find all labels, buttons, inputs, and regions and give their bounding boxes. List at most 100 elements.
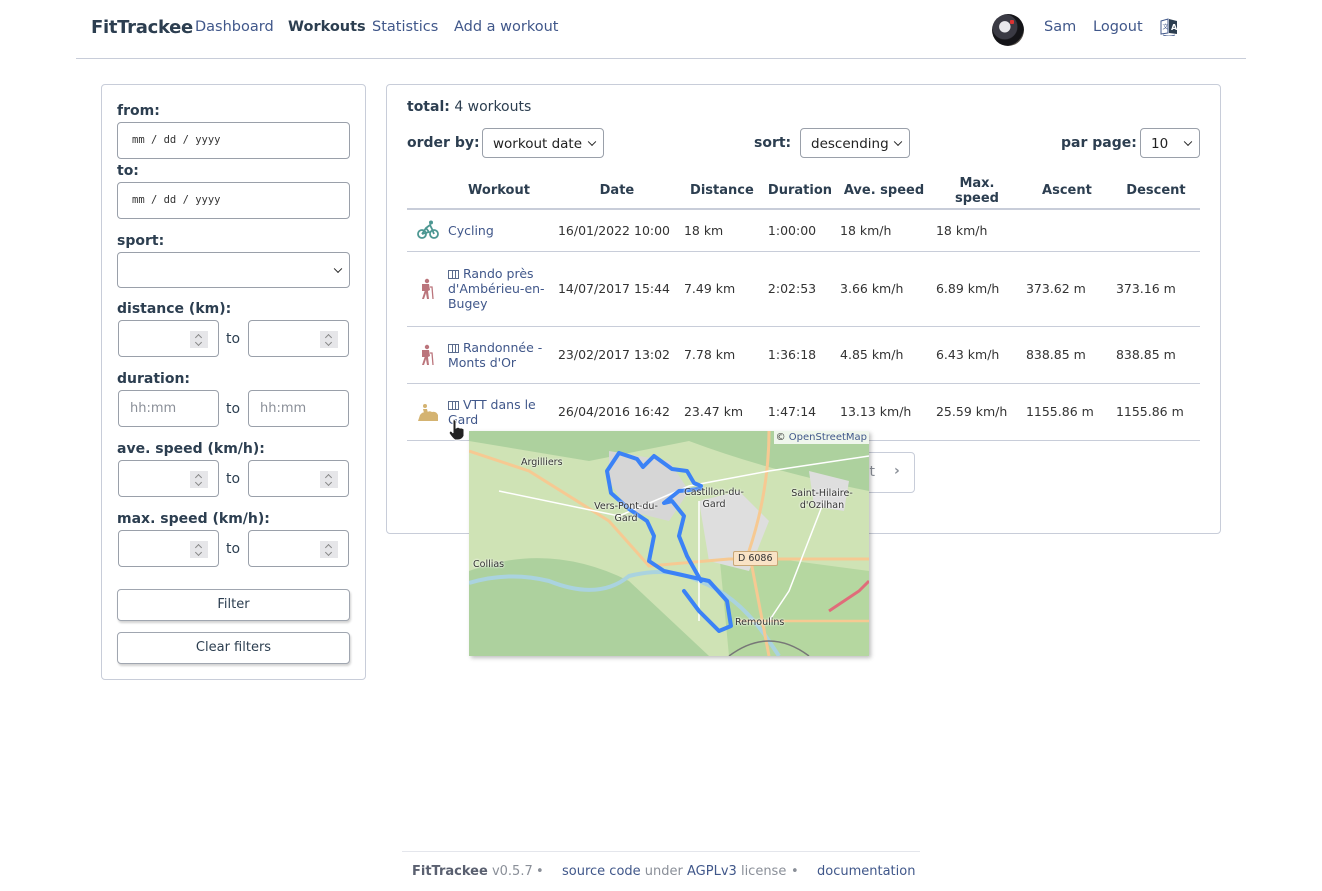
sport-label: sport: [117, 233, 165, 249]
per-page-select[interactable]: 10 [1140, 128, 1200, 158]
nav-workouts[interactable]: Workouts [288, 19, 366, 35]
ave-speed-label: ave. speed (km/h): [117, 441, 265, 457]
workout-name-cell: Cycling [443, 209, 554, 252]
spinner-icon[interactable] [320, 541, 338, 558]
from-date-input[interactable]: mm / dd / yyyy [117, 122, 350, 159]
chevron-down-icon [893, 137, 903, 147]
hiking-icon [422, 344, 434, 365]
max-speed-label: max. speed (km/h): [117, 511, 270, 527]
translate-icon[interactable]: A 文 [1160, 18, 1178, 36]
ave-speed-to-separator: to [226, 471, 241, 487]
license-link[interactable]: AGPLv3 [687, 864, 737, 879]
sort-value: descending [811, 136, 889, 152]
footer: FitTrackee v0.5.7 • source code under AG… [402, 851, 920, 891]
max-speed-from-input[interactable] [118, 530, 219, 567]
sport-cell [407, 326, 444, 384]
duration-cell: 1:00:00 [763, 209, 837, 252]
place-label: Collias [473, 559, 505, 570]
distance-from-input[interactable] [118, 320, 219, 357]
footer-separator: • [536, 864, 544, 879]
order-by-select[interactable]: workout date [482, 128, 604, 158]
table-row[interactable]: Rando près d'Ambérieu-en-Bugey 14/07/201… [407, 251, 1200, 327]
brand-logo[interactable]: FitTrackee [91, 17, 193, 38]
nav-user[interactable]: Sam [1044, 19, 1076, 35]
col-ave-speed: Ave. speed [836, 173, 932, 210]
to-date-input[interactable]: mm / dd / yyyy [117, 182, 350, 219]
workout-name-cell: Randonnée - Monts d'Or [443, 326, 554, 384]
footer-version: v0.5.7 [491, 864, 533, 879]
map-icon [447, 400, 459, 410]
table-row[interactable]: Randonnée - Monts d'Or 23/02/2017 13:02 … [407, 326, 1200, 384]
sort-label: sort: [754, 135, 792, 151]
ave-speed-cell: 3.66 km/h [836, 251, 932, 327]
date-cell: 14/07/2017 15:44 [553, 251, 680, 327]
per-page-label: par page: [1061, 135, 1137, 151]
from-label: from: [117, 103, 160, 119]
descent-cell: 373.16 m [1111, 251, 1200, 327]
footer-license-word: license [740, 864, 787, 879]
chevron-down-icon [587, 137, 597, 147]
to-label: to: [117, 163, 139, 179]
col-date: Date [553, 173, 680, 210]
chevron-down-icon [1183, 137, 1193, 147]
spinner-icon[interactable] [190, 331, 208, 348]
max-speed-cell: 25.59 km/h [931, 383, 1022, 441]
date-cell: 23/02/2017 13:02 [553, 326, 680, 384]
ascent-cell: 373.62 m [1021, 251, 1112, 327]
copyright-symbol: © [775, 432, 786, 443]
col-descent: Descent [1111, 173, 1200, 210]
workout-link[interactable]: Cycling [448, 223, 494, 238]
table-header: Workout Date Distance Duration Ave. spee… [407, 173, 1200, 210]
logout-link[interactable]: Logout [1093, 19, 1143, 35]
order-by-value: workout date [493, 136, 583, 152]
nav-add-workout[interactable]: Add a workout [454, 19, 559, 35]
clear-filters-button[interactable]: Clear filters [117, 632, 350, 664]
duration-to-input[interactable]: hh:mm [248, 390, 349, 427]
filter-button[interactable]: Filter [117, 589, 350, 621]
place-label: Argilliers [521, 457, 563, 468]
footer-separator: • [791, 864, 799, 879]
descent-cell: 1155.86 m [1111, 383, 1200, 441]
place-label: Vers-Pont-du-Gard [594, 501, 658, 524]
footer-app-name: FitTrackee [412, 864, 488, 879]
place-label: Saint-Hilaire-d'Ozilhan [791, 488, 853, 511]
spinner-icon[interactable] [320, 471, 338, 488]
workout-link[interactable]: Randonnée - Monts d'Or [448, 340, 542, 370]
per-page-value: 10 [1151, 136, 1169, 152]
sport-cell [407, 251, 444, 327]
osm-link[interactable]: OpenStreetMap [789, 432, 867, 443]
max-speed-cell: 6.43 km/h [931, 326, 1022, 384]
total-value: 4 workouts [454, 99, 532, 115]
ave-speed-cell: 4.85 km/h [836, 326, 932, 384]
nav-dashboard[interactable]: Dashboard [195, 19, 274, 35]
distance-to-input[interactable] [248, 320, 349, 357]
ave-speed-from-input[interactable] [118, 460, 219, 497]
col-duration: Duration [763, 173, 837, 210]
spinner-icon[interactable] [190, 471, 208, 488]
hand-cursor-icon [448, 419, 465, 441]
col-workout: Workout [443, 173, 554, 210]
duration-from-input[interactable]: hh:mm [118, 390, 219, 427]
workout-link[interactable]: Rando près d'Ambérieu-en-Bugey [448, 266, 545, 311]
distance-cell: 7.49 km [679, 251, 764, 327]
workouts-total: total: 4 workouts [407, 99, 531, 115]
sort-select[interactable]: descending [800, 128, 910, 158]
source-code-link[interactable]: source code [562, 864, 641, 879]
ave-speed-to-input[interactable] [248, 460, 349, 497]
nav-statistics[interactable]: Statistics [372, 19, 438, 35]
sport-select[interactable] [117, 252, 350, 288]
place-label: Remoulins [735, 617, 785, 628]
table-row[interactable]: Cycling 16/01/2022 10:00 18 km 1:00:00 1… [407, 209, 1200, 252]
spinner-icon[interactable] [190, 541, 208, 558]
max-speed-to-input[interactable] [248, 530, 349, 567]
date-cell: 16/01/2022 10:00 [553, 209, 680, 252]
spinner-icon[interactable] [320, 331, 338, 348]
avatar[interactable] [992, 14, 1024, 46]
max-speed-to-separator: to [226, 541, 241, 557]
duration-cell: 2:02:53 [763, 251, 837, 327]
documentation-link[interactable]: documentation [817, 864, 915, 879]
mountain-bike-icon [418, 403, 438, 421]
workout-map-preview: © OpenStreetMap Argilliers Castillon-du-… [469, 431, 869, 656]
max-speed-cell: 18 km/h [931, 209, 1022, 252]
sport-cell [407, 383, 444, 441]
